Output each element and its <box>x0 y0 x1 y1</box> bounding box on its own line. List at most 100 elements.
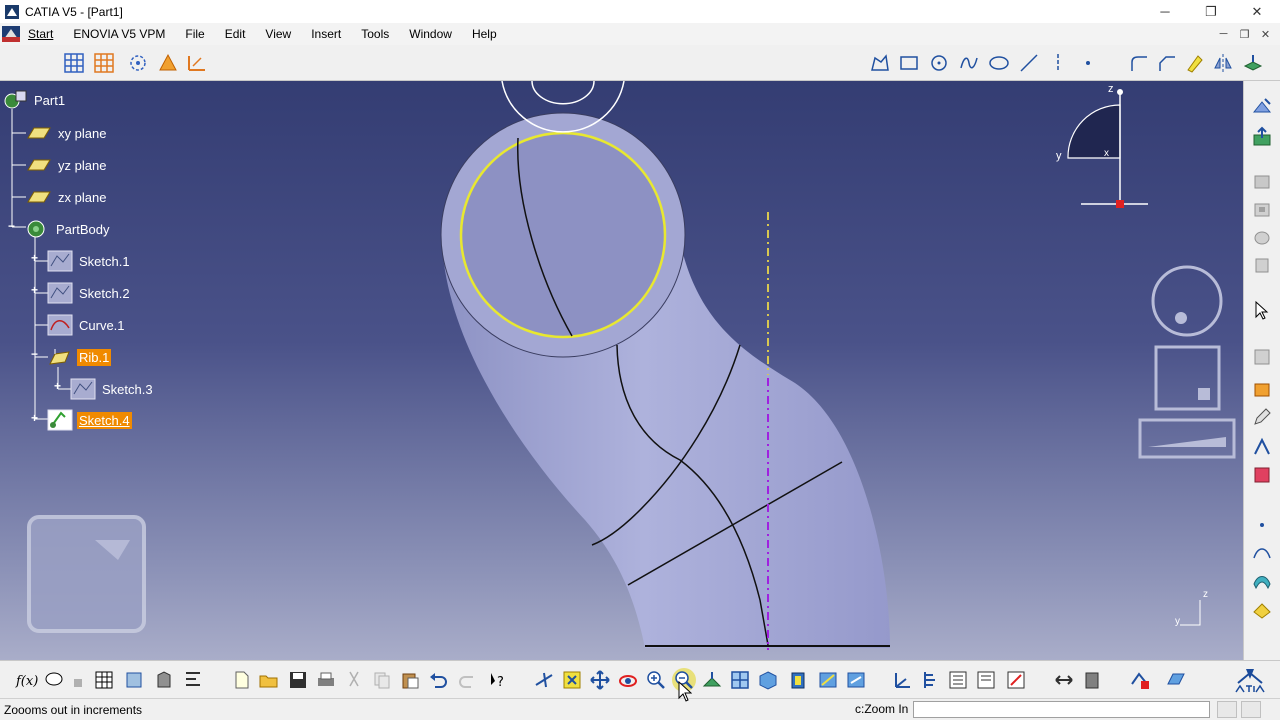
doc-restore-button[interactable]: ❐ <box>1234 23 1255 45</box>
axis-system-icon[interactable] <box>890 668 914 692</box>
exit-workbench-icon[interactable] <box>1250 125 1274 149</box>
parameters-icon[interactable] <box>974 668 998 692</box>
stop-command-button[interactable] <box>1217 701 1237 718</box>
menu-view[interactable]: View <box>265 27 291 41</box>
trim-icon[interactable] <box>1183 51 1207 75</box>
menu-tools[interactable]: Tools <box>361 27 389 41</box>
circle-icon[interactable] <box>927 51 951 75</box>
curve-tool-icon[interactable] <box>1250 541 1274 565</box>
expand-sketch4-button[interactable]: + <box>29 412 40 424</box>
paste-icon[interactable] <box>398 668 422 692</box>
new-icon[interactable] <box>230 668 254 692</box>
open-icon[interactable] <box>257 668 281 692</box>
expand-sketch2-button[interactable]: + <box>29 284 40 296</box>
undo-icon[interactable] <box>426 668 450 692</box>
corner-icon[interactable] <box>1127 51 1151 75</box>
tree-node-sketch2[interactable]: Sketch.2 <box>47 282 132 304</box>
command-input[interactable] <box>913 701 1210 718</box>
restore-button[interactable]: ❐ <box>1188 0 1234 23</box>
collapse-rib1-button[interactable]: − <box>29 348 40 360</box>
menu-enovia[interactable]: ENOVIA V5 VPM <box>73 27 165 41</box>
close-button[interactable]: ✕ <box>1234 0 1280 23</box>
formula-icon[interactable]: f(x) <box>14 668 38 692</box>
publication-icon[interactable] <box>1004 668 1028 692</box>
scan-icon[interactable] <box>1080 668 1104 692</box>
pocket-icon[interactable] <box>1250 197 1274 221</box>
pad-icon[interactable] <box>1250 169 1274 193</box>
tree-node-xy-plane[interactable]: xy plane <box>26 122 108 144</box>
table-icon[interactable] <box>92 668 116 692</box>
chamfer-icon[interactable] <box>1155 51 1179 75</box>
surface-icon[interactable] <box>1250 569 1274 593</box>
cut-icon[interactable] <box>342 668 366 692</box>
pan-icon[interactable] <box>588 668 612 692</box>
expand-sketch1-button[interactable]: + <box>29 252 40 264</box>
geometric-constraints-icon[interactable] <box>156 51 180 75</box>
tree-node-sketch4[interactable]: Sketch.4 <box>47 409 132 431</box>
edit-pencil-icon[interactable] <box>1250 405 1274 429</box>
rectangle-icon[interactable] <box>897 51 921 75</box>
menu-file[interactable]: File <box>185 27 204 41</box>
point-icon[interactable] <box>1250 513 1274 537</box>
save-icon[interactable] <box>286 668 310 692</box>
snap-grid-icon[interactable] <box>92 51 116 75</box>
tree-node-rib1[interactable]: Rib.1 <box>47 346 112 368</box>
minimize-button[interactable]: ─ <box>1142 0 1188 23</box>
photo-studio-icon[interactable] <box>1164 668 1188 692</box>
zoom-in-icon[interactable] <box>644 668 668 692</box>
apply-material-icon[interactable] <box>152 668 176 692</box>
properties-icon[interactable] <box>946 668 970 692</box>
mirror-icon[interactable] <box>1211 51 1235 75</box>
fit-all-in-icon[interactable] <box>560 668 584 692</box>
multi-view-icon[interactable] <box>728 668 752 692</box>
menu-help[interactable]: Help <box>472 27 497 41</box>
select-arrow-icon[interactable] <box>1250 298 1274 322</box>
3d-viewport[interactable]: z y x z y Part1 xy plane yz plane zx pla… <box>0 81 1243 660</box>
tree-node-partbody[interactable]: PartBody <box>24 218 111 240</box>
print-icon[interactable] <box>314 668 338 692</box>
spline-icon[interactable] <box>957 51 981 75</box>
profile-icon[interactable] <box>868 51 892 75</box>
sketch-icon[interactable] <box>1250 95 1274 119</box>
doc-close-button[interactable]: ✕ <box>1255 23 1276 45</box>
measure-icon[interactable] <box>918 668 942 692</box>
lock-icon[interactable] <box>66 668 90 692</box>
project-3d-icon[interactable] <box>1241 51 1265 75</box>
construction-element-icon[interactable] <box>126 51 150 75</box>
command-options-button[interactable] <box>1241 701 1261 718</box>
analysis-icon[interactable] <box>1250 463 1274 487</box>
hide-show-icon[interactable] <box>816 668 840 692</box>
expand-sketch3-button[interactable]: + <box>52 380 63 392</box>
menu-edit[interactable]: Edit <box>225 27 246 41</box>
point-icon[interactable] <box>1076 51 1100 75</box>
constraint-icon[interactable] <box>1250 435 1274 459</box>
doc-minimize-button[interactable]: ─ <box>1213 23 1234 45</box>
line-icon[interactable] <box>1017 51 1041 75</box>
axis-icon[interactable] <box>1046 51 1070 75</box>
menu-insert[interactable]: Insert <box>311 27 341 41</box>
tree-node-curve1[interactable]: Curve.1 <box>47 314 127 336</box>
ellipse-icon[interactable] <box>987 51 1011 75</box>
menu-window[interactable]: Window <box>409 27 452 41</box>
whats-this-icon[interactable]: ? <box>486 668 510 692</box>
shaft-icon[interactable] <box>1250 225 1274 249</box>
boolean-icon[interactable] <box>1250 377 1274 401</box>
normal-view-icon[interactable] <box>700 668 724 692</box>
grid-icon[interactable] <box>62 51 86 75</box>
copy-icon[interactable] <box>370 668 394 692</box>
tree-node-yz-plane[interactable]: yz plane <box>26 154 108 176</box>
apply-icon[interactable] <box>1128 668 1152 692</box>
tree-node-zx-plane[interactable]: zx plane <box>26 186 108 208</box>
groove-icon[interactable] <box>1250 253 1274 277</box>
collapse-partbody-button[interactable]: − <box>6 220 17 232</box>
tree-node-sketch3[interactable]: Sketch.3 <box>70 378 155 400</box>
catalog-icon[interactable] <box>122 668 146 692</box>
tree-node-sketch1[interactable]: Sketch.1 <box>47 250 132 272</box>
tree-node-part1[interactable]: Part1 <box>2 89 67 111</box>
fly-mode-icon[interactable] <box>532 668 556 692</box>
material-icon[interactable] <box>1250 597 1274 621</box>
compare-icon[interactable] <box>1052 668 1076 692</box>
knowledge-icon[interactable] <box>42 668 66 692</box>
analysis-tools-icon[interactable] <box>181 668 205 692</box>
menu-start[interactable]: Start <box>28 27 53 41</box>
